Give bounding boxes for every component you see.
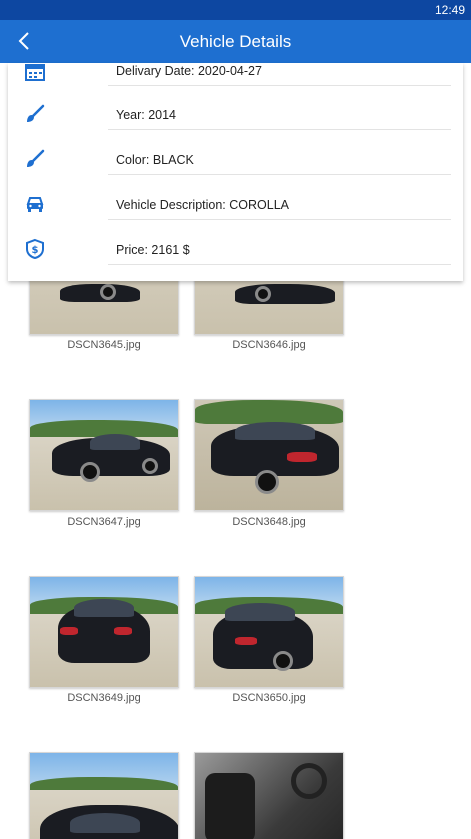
- app-screen: 12:49 Vehicle Details Delivary Date: 202…: [0, 0, 471, 839]
- photo-caption: DSCN3649.jpg: [67, 692, 141, 704]
- calendar-icon: [25, 64, 45, 81]
- photo-caption: DSCN3648.jpg: [232, 516, 306, 528]
- brush-icon: [27, 149, 45, 167]
- description-text: Vehicle Description: COROLLA: [108, 196, 451, 220]
- vehicle-photo[interactable]: [194, 399, 344, 511]
- photo-caption: DSCN3645.jpg: [67, 339, 141, 351]
- delivery-date-text: Delivary Date: 2020-04-27: [108, 62, 451, 86]
- vehicle-photo[interactable]: [29, 399, 179, 511]
- vehicle-photo[interactable]: [194, 752, 344, 839]
- color-text: Color: BLACK: [108, 151, 451, 175]
- detail-row-color: Color: BLACK: [8, 148, 463, 193]
- year-text: Year: 2014: [108, 106, 451, 130]
- vehicle-details-card: Delivary Date: 2020-04-27 Year: 2014 Col…: [8, 63, 463, 281]
- car-icon: [26, 197, 44, 212]
- detail-row-description: Vehicle Description: COROLLA: [8, 193, 463, 238]
- photo-caption: DSCN3650.jpg: [232, 692, 306, 704]
- detail-row-year: Year: 2014: [8, 103, 463, 148]
- detail-row-price: $ Price: 2161 $: [8, 238, 463, 283]
- vehicle-photo[interactable]: [29, 576, 179, 688]
- photo-caption: DSCN3646.jpg: [232, 339, 306, 351]
- brush-icon: [27, 104, 45, 122]
- dollar-shield-icon: $: [26, 238, 44, 260]
- price-text: Price: 2161 $: [108, 241, 451, 265]
- vehicle-photo[interactable]: [29, 752, 179, 839]
- photo-caption: DSCN3647.jpg: [67, 516, 141, 528]
- vehicle-photo[interactable]: [194, 576, 344, 688]
- detail-row-delivery-date: Delivary Date: 2020-04-27: [8, 62, 463, 107]
- svg-text:$: $: [32, 245, 39, 256]
